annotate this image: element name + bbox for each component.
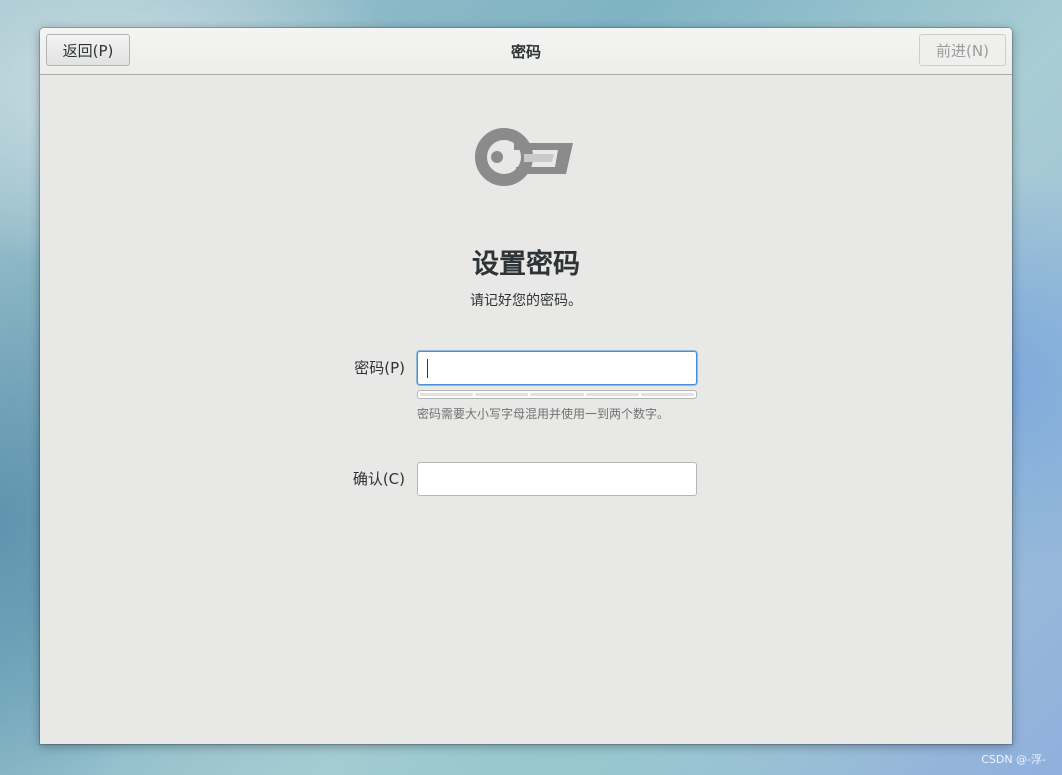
password-field[interactable] [417,351,697,385]
page-subheading: 请记好您的密码。 [470,293,582,309]
confirm-password-field[interactable] [417,462,697,496]
password-label: 密码(P) [354,359,405,377]
strength-segment [585,393,639,396]
password-hint: 密码需要大小写字母混用并使用一到两个数字。 [417,407,670,421]
setup-window: 返回(P) 密码 前进(N) 设置密码 请记好您的密码。 密码(P) 密码需要大… [40,28,1012,744]
watermark: CSDN @-浮- [981,753,1046,766]
text-cursor [427,359,428,378]
confirm-label: 确认(C) [352,470,405,488]
strength-segment [530,393,584,396]
window-title: 密码 [510,43,541,61]
password-strength-bar [417,390,697,399]
strength-segment [475,393,529,396]
strength-segment [640,393,695,396]
page-heading: 设置密码 [472,249,580,280]
key-icon [475,128,573,186]
next-button[interactable]: 前进(N) [919,34,1006,66]
header-bar: 返回(P) 密码 前进(N) [40,28,1012,75]
strength-segment [420,393,474,396]
